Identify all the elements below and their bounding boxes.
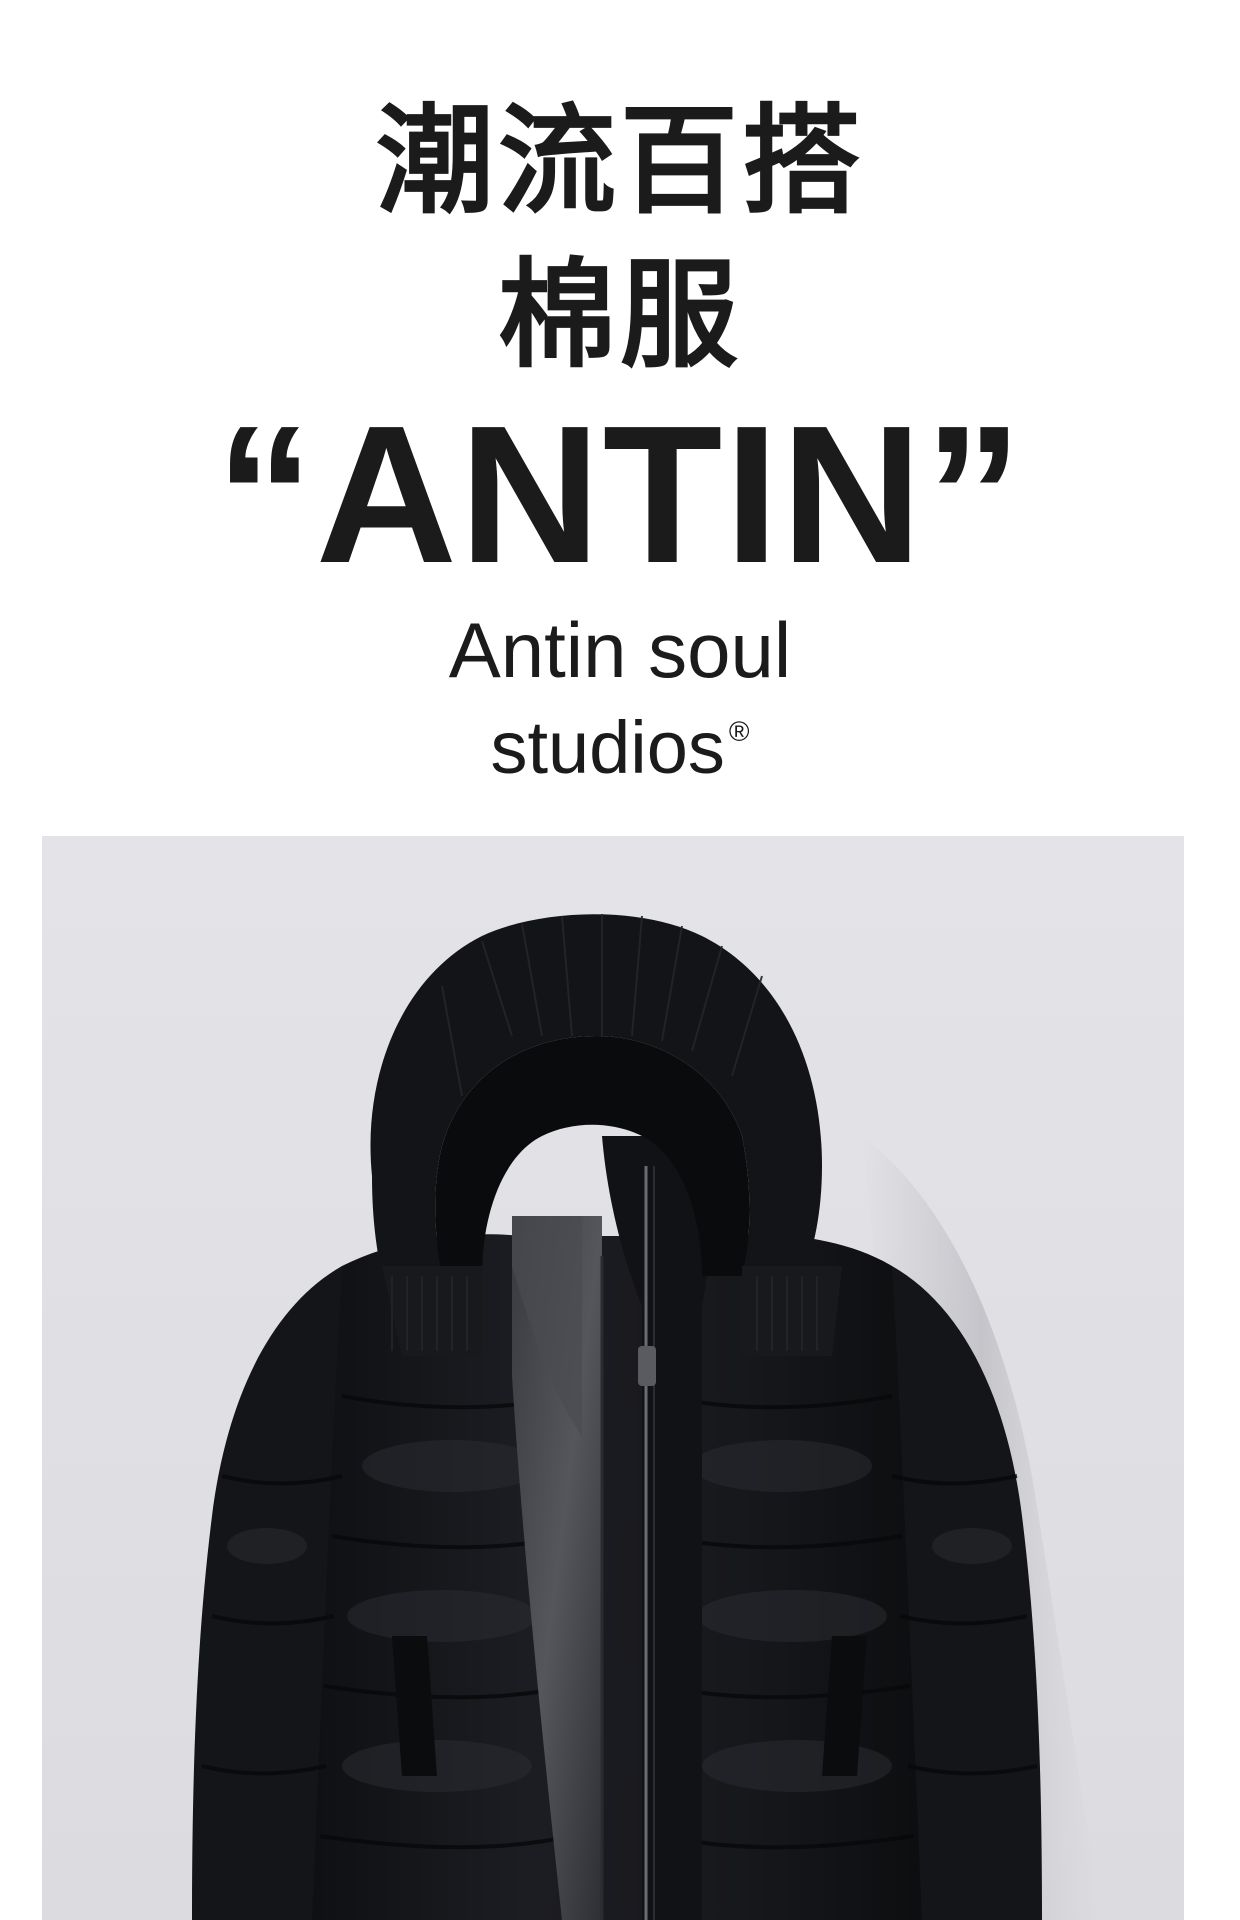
brand-name: “ANTIN” bbox=[215, 385, 1025, 604]
registered-mark: ® bbox=[728, 716, 750, 747]
puffer-jacket-illustration bbox=[42, 836, 1184, 1920]
product-photo bbox=[42, 836, 1184, 1920]
brand-subtitle-studios: studios bbox=[490, 706, 725, 789]
brand-subtitle-line2: studios ® bbox=[0, 692, 1240, 788]
headline-trendy-versatile: 潮流百搭 bbox=[375, 92, 864, 230]
brand-subtitle-line1: Antin soul bbox=[448, 606, 792, 694]
product-detail-page: 潮流百搭 棉服 “ANTIN” Antin soul studios ® bbox=[0, 0, 1240, 1920]
headline-cotton-jacket: 棉服 bbox=[497, 246, 742, 384]
